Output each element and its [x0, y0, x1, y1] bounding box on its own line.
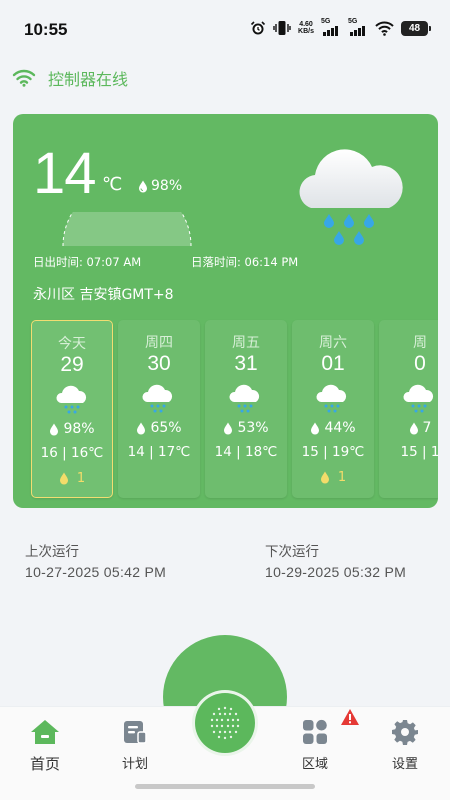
wifi-online-icon: [12, 69, 36, 87]
rain-cloud-icon: [299, 149, 403, 245]
sunset: 日落时间: 06:14 PM: [191, 255, 299, 269]
day-name: 周四: [145, 335, 173, 351]
nav-plan[interactable]: 计划: [100, 719, 170, 772]
day-name: 周: [413, 335, 427, 351]
nav-plan-label: 计划: [121, 757, 148, 772]
rain-cloud-icon: [229, 384, 260, 413]
next-run-label: 下次运行: [265, 544, 319, 560]
day-temp-range: 16 | 16℃: [40, 445, 104, 461]
sunrise: 日出时间: 07:07 AM: [33, 255, 142, 269]
last-run-label: 上次运行: [25, 544, 79, 560]
area-grid-icon: [303, 719, 327, 744]
signal-1-icon: 5G: [321, 18, 341, 36]
day-humidity: 44%: [292, 420, 374, 436]
weather-card: 14 ℃ 98% 日出时间: 07:07 AM 日落时间: 06:14 PM 永…: [13, 114, 438, 508]
day-date: 31: [234, 352, 258, 375]
vibrate-icon: [273, 21, 291, 35]
next-run: 下次运行 10-29-2025 05:32 PM: [265, 540, 406, 580]
nav-area-label: 区域: [301, 757, 328, 772]
forecast-day-thu[interactable]: 周四 30 65% 14 | 17℃: [118, 320, 200, 498]
day-rain: 1: [32, 471, 112, 486]
day-humidity: 98%: [32, 421, 112, 437]
nav-home[interactable]: 首页: [10, 719, 80, 774]
status-bar: 10:55 4.60 KB/s 5G 5G 48: [0, 0, 450, 60]
drop-icon: [409, 422, 418, 434]
forecast-day-fri[interactable]: 周五 31 53% 14 | 18℃: [205, 320, 287, 498]
plan-icon: [124, 721, 147, 744]
day-temp-range: 14 | 18℃: [214, 444, 278, 460]
day-temp-range: 15 | 1: [400, 444, 438, 460]
day-humidity: 65%: [118, 420, 200, 436]
last-run-time: 10-27-2025 05:42 PM: [25, 564, 167, 580]
day-humidity: 7: [379, 420, 438, 436]
drop-icon: [224, 422, 233, 434]
day-temp-range: 14 | 17℃: [127, 444, 191, 460]
nav-home-label: 首页: [29, 755, 60, 773]
nav-settings-label: 设置: [391, 757, 418, 772]
rain-cloud-icon: [403, 384, 434, 413]
day-temp-range: 15 | 19℃: [301, 444, 365, 460]
sun-arc: [62, 212, 192, 247]
drop-icon: [139, 180, 147, 192]
signal-2-icon: 5G: [348, 18, 368, 36]
forecast-day-next[interactable]: 周 0 7 15 | 1: [379, 320, 438, 498]
home-icon: [31, 720, 59, 744]
battery-icon: 48: [401, 20, 431, 36]
rain-drop-icon: [59, 472, 68, 485]
day-date: 29: [60, 353, 84, 376]
status-icons: 4.60 KB/s 5G 5G 48: [250, 18, 431, 36]
rain-drop-icon: [320, 471, 329, 484]
day-date: 0: [414, 352, 426, 375]
forecast-day-today[interactable]: 今天 29 98% 16 | 16℃ 1: [31, 320, 113, 498]
day-rain: 1: [292, 470, 374, 485]
nav-area[interactable]: 区域: [280, 719, 350, 772]
forecast-list[interactable]: 今天 29 98% 16 | 16℃ 1 周四 30 65% 14 | 17℃ …: [31, 320, 438, 498]
alarm-icon: [250, 21, 266, 35]
rain-cloud-icon: [56, 385, 87, 414]
current-humidity: 98%: [138, 178, 182, 194]
warning-icon: [341, 709, 359, 725]
forecast-day-sat[interactable]: 周六 01 44% 15 | 19℃ 1: [292, 320, 374, 498]
home-indicator[interactable]: [135, 784, 315, 789]
day-date: 01: [321, 352, 345, 375]
drop-icon: [50, 423, 59, 435]
controller-status-label: 控制器在线: [48, 70, 129, 89]
drop-icon: [137, 422, 146, 434]
wifi-icon: [375, 21, 394, 36]
controller-status: 控制器在线: [12, 66, 128, 90]
day-name: 周六: [319, 335, 347, 351]
day-name: 今天: [58, 336, 86, 352]
drop-icon: [311, 422, 320, 434]
day-date: 30: [147, 352, 171, 375]
day-humidity: 53%: [205, 420, 287, 436]
gear-icon: [392, 720, 418, 745]
status-time: 10:55: [24, 20, 68, 39]
rain-cloud-icon: [316, 384, 347, 413]
sprinkler-dots-icon: [210, 706, 240, 740]
next-run-time: 10-29-2025 05:32 PM: [265, 564, 407, 580]
last-run: 上次运行 10-27-2025 05:42 PM: [25, 540, 166, 580]
center-control-button[interactable]: [195, 693, 255, 753]
net-speed: 4.60 KB/s: [298, 21, 314, 35]
temperature-unit: ℃: [102, 174, 123, 195]
rain-cloud-icon: [142, 384, 173, 413]
nav-settings[interactable]: 设置: [370, 719, 440, 772]
current-temperature: 14: [33, 141, 97, 206]
location: 永川区 吉安镇GMT+8: [33, 287, 174, 303]
day-name: 周五: [232, 335, 260, 351]
